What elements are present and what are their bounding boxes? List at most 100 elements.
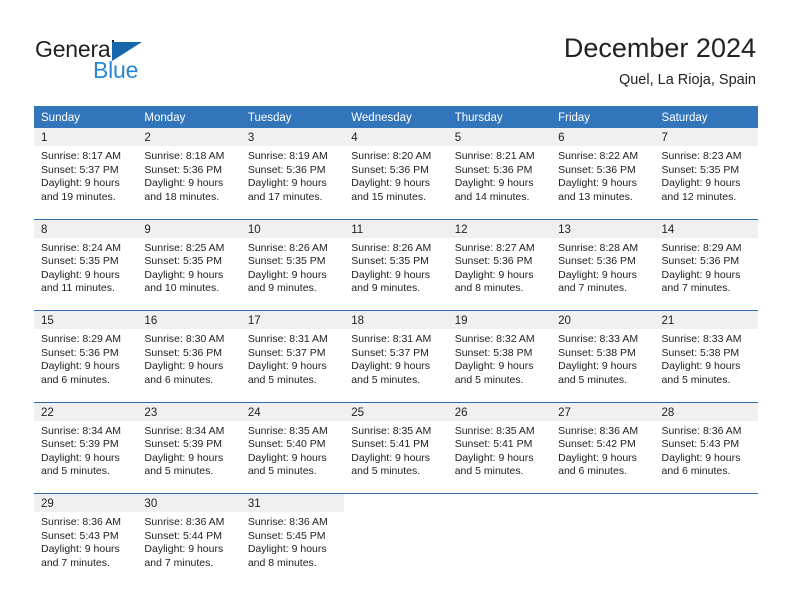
day-details: Sunrise: 8:29 AM Sunset: 5:36 PM Daylight:… bbox=[34, 329, 137, 387]
day-cell[interactable]: 20 Sunrise: 8:33 AM Sunset: 5:38 PM Dayligh… bbox=[551, 311, 655, 402]
sunrise-line: Sunrise: 8:33 AM bbox=[661, 333, 742, 345]
day-number: 11 bbox=[351, 223, 364, 236]
day-cell[interactable]: 19 Sunrise: 8:32 AM Sunset: 5:38 PM Dayligh… bbox=[447, 311, 552, 402]
week-row: 22 Sunrise: 8:34 AM Sunset: 5:39 PM Dayligh… bbox=[34, 401, 758, 493]
daylight-line-1: Daylight: 9 hours bbox=[454, 360, 534, 373]
daylight-line-2: and 9 minutes. bbox=[247, 282, 317, 295]
day-number: 8 bbox=[41, 223, 48, 236]
day-number-band: 23 bbox=[137, 402, 241, 421]
day-cell[interactable]: 12 Sunrise: 8:27 AM Sunset: 5:36 PM Dayligh… bbox=[447, 219, 552, 310]
day-cell[interactable]: 28 Sunrise: 8:36 AM Sunset: 5:43 PM Dayligh… bbox=[654, 402, 758, 493]
day-number-band: 11 bbox=[344, 219, 448, 238]
day-details: Sunrise: 8:34 AM Sunset: 5:39 PM Daylight:… bbox=[34, 421, 137, 479]
weekday-tuesday: Tuesday bbox=[247, 112, 292, 124]
day-cell[interactable]: 8 Sunrise: 8:24 AM Sunset: 5:35 PM Daylight… bbox=[34, 219, 138, 310]
day-number-band: 8 bbox=[34, 219, 138, 238]
day-details: Sunrise: 8:31 AM Sunset: 5:37 PM Daylight:… bbox=[241, 329, 344, 387]
page-title: December 2024 bbox=[563, 33, 756, 63]
general-blue-logo[interactable]: General Blue bbox=[35, 36, 265, 88]
sunset-line: Sunset: 5:44 PM bbox=[144, 529, 223, 542]
day-number-band bbox=[448, 494, 551, 512]
day-cell[interactable]: 1 Sunrise: 8:17 AM Sunset: 5:37 PM Daylight… bbox=[34, 128, 138, 219]
day-cell[interactable]: 18 Sunrise: 8:31 AM Sunset: 5:37 PM Dayligh… bbox=[344, 311, 448, 402]
day-number-band: 6 bbox=[551, 128, 655, 146]
daylight-line-2: and 5 minutes. bbox=[247, 465, 317, 478]
sunrise-line: Sunrise: 8:17 AM bbox=[41, 150, 121, 162]
day-cell[interactable]: 7 Sunrise: 8:23 AM Sunset: 5:35 PM Daylight… bbox=[654, 128, 758, 219]
daylight-line-1: Daylight: 9 hours bbox=[247, 177, 327, 190]
sunrise-line: Sunrise: 8:26 AM bbox=[247, 241, 328, 254]
daylight-line-2: and 6 minutes. bbox=[661, 465, 731, 478]
sunrise-line: Sunrise: 8:34 AM bbox=[41, 424, 121, 437]
day-number-band: 31 bbox=[240, 494, 345, 512]
day-cell[interactable]: 13 Sunrise: 8:28 AM Sunset: 5:36 PM Dayligh… bbox=[551, 219, 655, 310]
day-cell[interactable]: 15 Sunrise: 8:29 AM Sunset: 5:36 PM Dayligh… bbox=[34, 311, 138, 402]
day-details: Sunrise: 8:26 AM Sunset: 5:35 PM Daylight:… bbox=[344, 238, 447, 296]
daylight-line-2: and 5 minutes. bbox=[661, 373, 731, 386]
day-cell[interactable]: 27 Sunrise: 8:36 AM Sunset: 5:42 PM Dayligh… bbox=[551, 402, 655, 493]
sunrise-line: Sunrise: 8:25 AM bbox=[144, 241, 225, 254]
day-details: Sunrise: 8:36 AM Sunset: 5:42 PM Daylight:… bbox=[551, 421, 654, 479]
day-cell[interactable]: 3 Sunrise: 8:19 AM Sunset: 5:36 PM Daylight… bbox=[240, 128, 345, 219]
sunrise-line: Sunrise: 8:33 AM bbox=[558, 333, 639, 345]
day-number-band: 14 bbox=[654, 219, 758, 238]
daylight-line-1: Daylight: 9 hours bbox=[41, 360, 120, 373]
day-number: 22 bbox=[41, 406, 54, 419]
sunrise-line: Sunrise: 8:32 AM bbox=[454, 333, 535, 345]
sunset-line: Sunset: 5:37 PM bbox=[351, 346, 429, 359]
sunset-line: Sunset: 5:38 PM bbox=[454, 346, 533, 359]
sunset-line: Sunset: 5:41 PM bbox=[454, 438, 533, 451]
daylight-line-2: and 6 minutes. bbox=[41, 373, 110, 386]
daylight-line-1: Daylight: 9 hours bbox=[41, 268, 120, 281]
day-cell[interactable]: 21 Sunrise: 8:33 AM Sunset: 5:38 PM Dayligh… bbox=[654, 311, 758, 402]
day-details: Sunrise: 8:25 AM Sunset: 5:35 PM Daylight:… bbox=[137, 238, 240, 296]
sunset-line: Sunset: 5:36 PM bbox=[247, 163, 326, 176]
day-cell[interactable]: 23 Sunrise: 8:34 AM Sunset: 5:39 PM Dayligh… bbox=[137, 402, 241, 493]
day-cell[interactable]: 30 Sunrise: 8:36 AM Sunset: 5:44 PM Dayligh… bbox=[137, 494, 241, 585]
sunrise-line: Sunrise: 8:31 AM bbox=[351, 333, 432, 345]
day-number-band: 5 bbox=[447, 128, 552, 146]
day-cell[interactable]: 4 Sunrise: 8:20 AM Sunset: 5:36 PM Daylight… bbox=[344, 128, 448, 219]
daylight-line-1: Daylight: 9 hours bbox=[247, 451, 327, 464]
daylight-line-1: Daylight: 9 hours bbox=[661, 268, 741, 281]
day-cell[interactable]: 9 Sunrise: 8:25 AM Sunset: 5:35 PM Daylight… bbox=[137, 219, 241, 310]
day-details bbox=[551, 512, 654, 516]
daylight-line-2: and 7 minutes. bbox=[558, 282, 627, 295]
sunset-line: Sunset: 5:41 PM bbox=[351, 438, 429, 451]
day-details: Sunrise: 8:35 AM Sunset: 5:41 PM Daylight:… bbox=[448, 421, 551, 479]
day-cell[interactable]: 14 Sunrise: 8:29 AM Sunset: 5:36 PM Dayligh… bbox=[654, 219, 758, 310]
day-details: Sunrise: 8:36 AM Sunset: 5:45 PM Daylight:… bbox=[241, 512, 344, 570]
daylight-line-1: Daylight: 9 hours bbox=[247, 543, 327, 556]
day-cell[interactable]: 31 Sunrise: 8:36 AM Sunset: 5:45 PM Dayligh… bbox=[240, 494, 345, 585]
day-cell[interactable]: 26 Sunrise: 8:35 AM Sunset: 5:41 PM Dayligh… bbox=[447, 402, 552, 493]
day-cell[interactable]: 24 Sunrise: 8:35 AM Sunset: 5:40 PM Dayligh… bbox=[240, 402, 345, 493]
day-cell[interactable]: 29 Sunrise: 8:36 AM Sunset: 5:43 PM Dayligh… bbox=[34, 494, 138, 585]
day-cell[interactable]: 6 Sunrise: 8:22 AM Sunset: 5:36 PM Daylight… bbox=[551, 128, 655, 219]
day-cell[interactable]: 10 Sunrise: 8:26 AM Sunset: 5:35 PM Dayligh… bbox=[240, 219, 345, 310]
daylight-line-1: Daylight: 9 hours bbox=[351, 177, 431, 190]
day-number: 25 bbox=[351, 406, 365, 419]
day-cell[interactable]: 16 Sunrise: 8:30 AM Sunset: 5:36 PM Dayligh… bbox=[137, 311, 241, 402]
day-number-band: 29 bbox=[34, 494, 138, 512]
sunset-line: Sunset: 5:36 PM bbox=[558, 163, 636, 176]
day-cell[interactable]: 17 Sunrise: 8:31 AM Sunset: 5:37 PM Dayligh… bbox=[240, 311, 345, 402]
sunrise-line: Sunrise: 8:29 AM bbox=[41, 333, 121, 345]
day-cell[interactable]: 2 Sunrise: 8:18 AM Sunset: 5:36 PM Daylight… bbox=[137, 128, 241, 219]
day-number-band: 1 bbox=[34, 128, 138, 146]
week-row: 8 Sunrise: 8:24 AM Sunset: 5:35 PM Daylight… bbox=[34, 218, 758, 310]
daylight-line-2: and 11 minutes. bbox=[41, 282, 115, 295]
sunrise-line: Sunrise: 8:36 AM bbox=[144, 516, 225, 528]
sunrise-line: Sunrise: 8:35 AM bbox=[351, 424, 432, 437]
day-cell[interactable]: 25 Sunrise: 8:35 AM Sunset: 5:41 PM Dayligh… bbox=[344, 402, 448, 493]
daylight-line-1: Daylight: 9 hours bbox=[144, 360, 224, 373]
daylight-line-2: and 12 minutes. bbox=[661, 190, 737, 203]
day-cell[interactable]: 22 Sunrise: 8:34 AM Sunset: 5:39 PM Dayligh… bbox=[34, 402, 138, 493]
sunset-line: Sunset: 5:36 PM bbox=[351, 163, 429, 176]
day-cell[interactable]: 11 Sunrise: 8:26 AM Sunset: 5:35 PM Dayligh… bbox=[344, 219, 448, 310]
day-number-band: 22 bbox=[34, 402, 138, 421]
week-row: 15 Sunrise: 8:29 AM Sunset: 5:36 PM Dayligh… bbox=[34, 310, 758, 402]
day-cell[interactable]: 5 Sunrise: 8:21 AM Sunset: 5:36 PM Daylight… bbox=[447, 128, 552, 219]
day-details: Sunrise: 8:33 AM Sunset: 5:38 PM Daylight:… bbox=[655, 329, 758, 387]
daylight-line-2: and 10 minutes. bbox=[144, 282, 220, 295]
day-number: 31 bbox=[247, 498, 261, 510]
